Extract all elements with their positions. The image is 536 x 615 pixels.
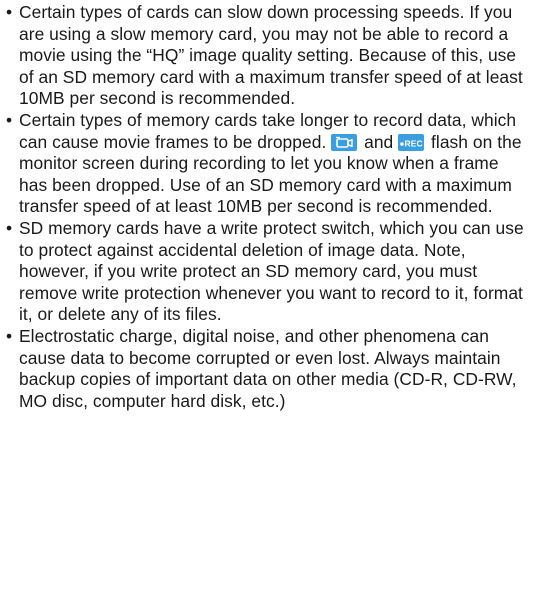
movie-camera-icon bbox=[331, 133, 358, 151]
list-item: • Certain types of memory cards take lon… bbox=[6, 110, 526, 218]
rec-icon: ●REC bbox=[398, 133, 425, 151]
list-item: • SD memory cards have a write protect s… bbox=[6, 218, 526, 326]
list-item: • Electrostatic charge, digital noise, a… bbox=[6, 326, 526, 412]
bullet-dot: • bbox=[6, 217, 13, 238]
bullet-text: Electrostatic charge, digital noise, and… bbox=[19, 325, 517, 411]
bullet-text: Certain types of cards can slow down pro… bbox=[19, 2, 523, 109]
bullet-text: SD memory cards have a write protect swi… bbox=[19, 217, 524, 325]
rec-icon-label: ●REC bbox=[400, 138, 423, 148]
bullet-dot: • bbox=[6, 109, 13, 130]
bullet-dot: • bbox=[6, 2, 13, 22]
document-page: • Certain types of cards can slow down p… bbox=[0, 0, 536, 615]
list-item: • Certain types of cards can slow down p… bbox=[6, 2, 526, 110]
icon-joiner-text: and bbox=[359, 131, 399, 152]
bullet-dot: • bbox=[6, 325, 13, 346]
bullet-list: • Certain types of cards can slow down p… bbox=[6, 2, 526, 412]
